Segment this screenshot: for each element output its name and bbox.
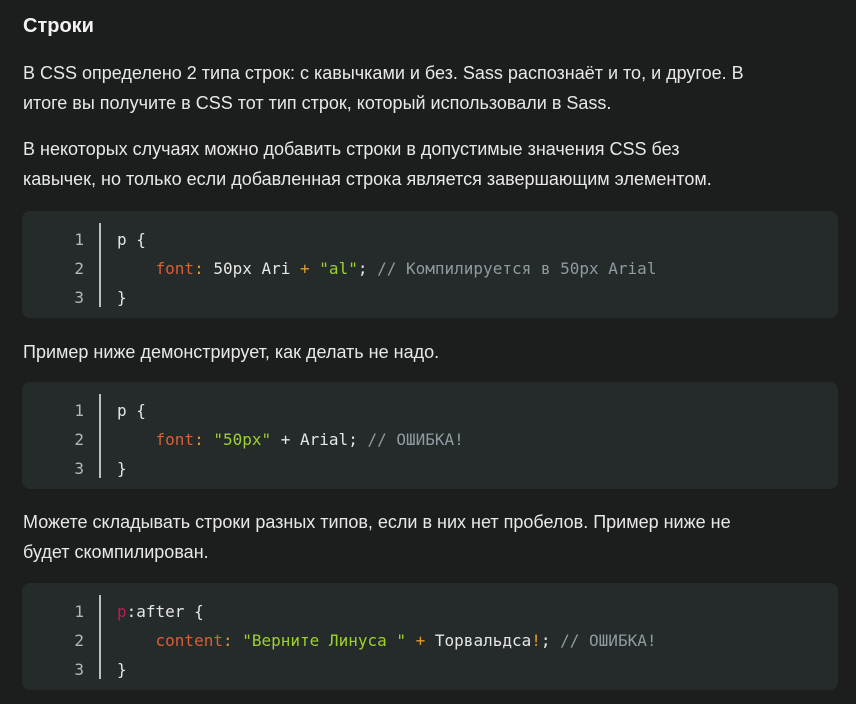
paragraph-line: Можете складывать строки разных типов, е… [23, 512, 731, 532]
code-token: Торвальдса [434, 631, 532, 650]
line-number: 3 [74, 288, 84, 307]
paragraph-unquoted-strings: В некоторых случаях можно добавить строк… [23, 134, 843, 194]
code-token: "Верните Линуса " [242, 631, 406, 650]
code-content: p { font: "50px" + Arial; // ОШИБКА!} [117, 396, 464, 483]
paragraph-line: Пример ниже демонстрирует, как делать не… [23, 342, 440, 362]
code-token: // Компилируется в 50px Arial [377, 259, 657, 278]
line-number: 1 [74, 602, 84, 621]
code-token: // ОШИБКА! [560, 631, 657, 650]
code-token: : [194, 259, 214, 278]
code-token: "50px" [213, 430, 272, 449]
code-content: p:after { content: "Верните Линуса " + Т… [117, 597, 656, 684]
code-token: : [222, 631, 243, 650]
code-token: ; [357, 259, 378, 278]
line-numbers: 1 2 3 [22, 396, 84, 483]
code-block: 1 2 3 p { font: "50px" + Arial; // ОШИБК… [22, 382, 838, 489]
code-token: 50px Ari [213, 259, 301, 278]
line-number: 1 [74, 401, 84, 420]
code-token: + [300, 259, 320, 278]
code-token: "al" [319, 259, 358, 278]
code-block: 1 2 3 p { font: 50px Ari + "al"; // Комп… [22, 211, 838, 318]
code-token: ; [540, 631, 561, 650]
code-line: p:after { [117, 597, 656, 626]
line-number: 2 [74, 430, 84, 449]
gutter-divider [99, 394, 101, 478]
code-line: p { [117, 225, 656, 254]
code-token: font [155, 430, 195, 449]
section-heading: Строки [23, 15, 94, 37]
code-token: } [117, 288, 127, 307]
line-number: 3 [74, 459, 84, 478]
line-numbers: 1 2 3 [22, 597, 84, 684]
code-token: :after { [126, 602, 204, 621]
line-number: 2 [74, 631, 84, 650]
code-token: } [117, 459, 127, 478]
code-token: + [406, 631, 435, 650]
code-block: 1 2 3 p:after { content: "Верните Линуса… [22, 583, 838, 690]
paragraph-line: В CSS определено 2 типа строк: с кавычка… [23, 63, 744, 83]
code-token: } [117, 660, 127, 679]
paragraph-bad-example: Пример ниже демонстрирует, как делать не… [23, 337, 843, 367]
gutter-divider [99, 595, 101, 679]
code-token: // ОШИБКА! [367, 430, 464, 449]
code-line: } [117, 283, 656, 312]
code-token: p [117, 602, 127, 621]
code-token: content [155, 631, 223, 650]
code-token: + Arial; [271, 430, 368, 449]
code-line: font: 50px Ari + "al"; // Компилируется … [117, 254, 657, 283]
paragraph-line: В некоторых случаях можно добавить строк… [23, 139, 680, 159]
paragraph-line: кавычек, но только если добавленная стро… [23, 169, 712, 189]
code-line: p { [117, 396, 464, 425]
code-token: p { [117, 401, 146, 420]
code-content: p { font: 50px Ari + "al"; // Компилируе… [117, 225, 656, 312]
code-token: : [194, 430, 214, 449]
line-number: 1 [74, 230, 84, 249]
code-token: font [155, 259, 195, 278]
code-line: font: "50px" + Arial; // ОШИБКА! [117, 425, 464, 454]
paragraph-string-types: В CSS определено 2 типа строк: с кавычка… [23, 58, 843, 118]
gutter-divider [99, 223, 101, 307]
line-number: 2 [74, 259, 84, 278]
line-number: 3 [74, 660, 84, 679]
code-line: } [117, 454, 464, 483]
line-numbers: 1 2 3 [22, 225, 84, 312]
code-line: } [117, 655, 656, 684]
code-token: ! [531, 631, 541, 650]
code-line: content: "Верните Линуса " + Торвальдса!… [117, 626, 657, 655]
paragraph-line: итоге вы получите в CSS тот тип строк, к… [23, 93, 612, 113]
paragraph-mixed-types: Можете складывать строки разных типов, е… [23, 507, 843, 567]
paragraph-line: будет скомпилирован. [23, 542, 209, 562]
code-token: p { [117, 230, 146, 249]
